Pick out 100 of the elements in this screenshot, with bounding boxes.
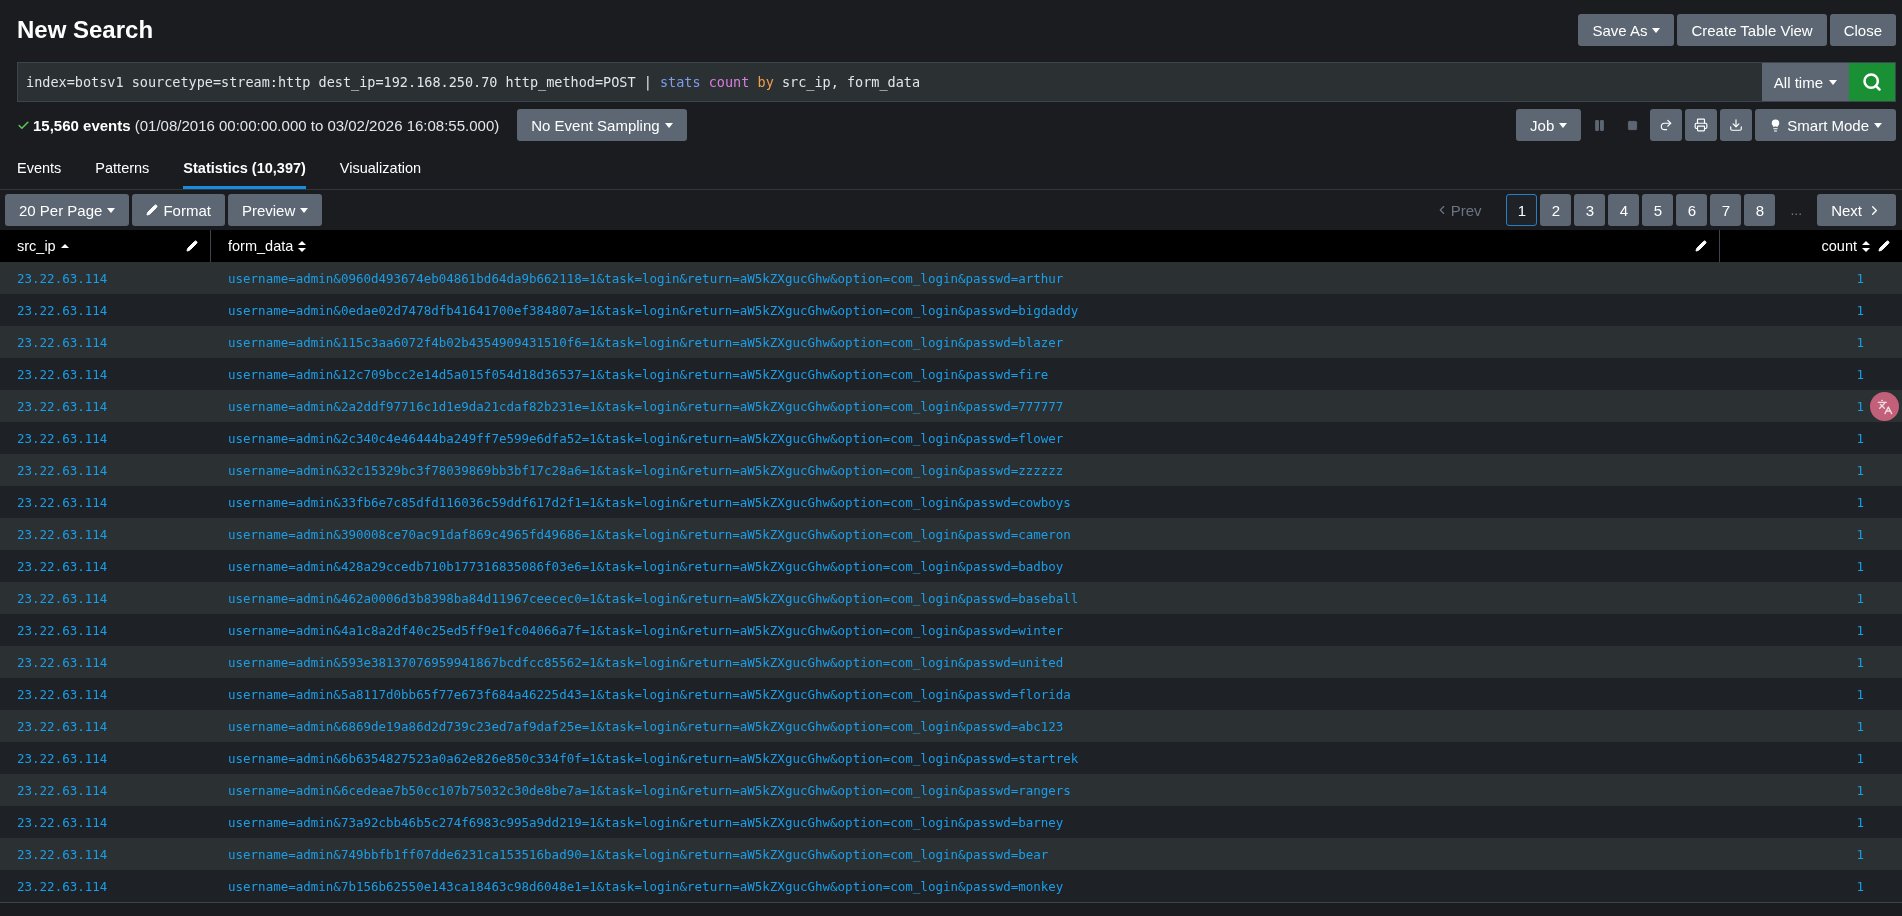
table-cell[interactable]: username=admin&462a0006d3b8398ba84d11967ceecec0=1&task=login&return=aW5kZXgucGhw&option=com_login&passwd=baseball (211, 582, 1720, 614)
preview-dropdown[interactable]: Preview (227, 194, 323, 226)
table-cell[interactable]: 23.22.63.114 (0, 518, 211, 550)
table-cell[interactable]: 1 (1720, 486, 1902, 518)
table-cell[interactable]: username=admin&73a92cbb46b5c274f6983c995a9dd219=1&task=login&return=aW5kZXgucGhw&option=com_login&passwd=barney (211, 806, 1720, 838)
page-button[interactable]: 2 (1540, 194, 1572, 226)
table-cell[interactable]: 1 (1720, 454, 1902, 486)
table-cell[interactable]: 1 (1720, 294, 1902, 326)
table-cell[interactable]: 23.22.63.114 (0, 870, 211, 902)
page-button[interactable]: 3 (1574, 194, 1606, 226)
header-button[interactable]: Create Table View (1677, 14, 1827, 46)
caret-icon (1874, 122, 1882, 128)
share-button[interactable] (1650, 109, 1683, 141)
table-cell[interactable]: 1 (1720, 262, 1902, 294)
table-cell[interactable]: username=admin&6b6354827523a0a62e826e850c334f0f=1&task=login&return=aW5kZXgucGhw&option=com_login&passwd=startrek (211, 742, 1720, 774)
table-cell[interactable]: 1 (1720, 358, 1902, 390)
per-page-dropdown[interactable]: 20 Per Page (5, 194, 130, 226)
table-cell[interactable]: 23.22.63.114 (0, 550, 211, 582)
next-page-button[interactable]: Next (1817, 194, 1896, 226)
table-cell[interactable]: username=admin&428a29ccedb710b177316835086f03e6=1&task=login&return=aW5kZXgucGhw&option=com_login&passwd=badboy (211, 550, 1720, 582)
table-cell[interactable]: username=admin&0edae02d7478dfb41641700ef384807a=1&task=login&return=aW5kZXgucGhw&option=com_login&passwd=bigdaddy (211, 294, 1720, 326)
export-button[interactable] (1720, 109, 1753, 141)
edit-icon[interactable] (186, 240, 198, 252)
table-cell[interactable]: username=admin&2c340c4e46444ba249ff7e599e6dfa52=1&task=login&return=aW5kZXgucGhw&option=com_login&passwd=flower (211, 422, 1720, 454)
table-cell[interactable]: 23.22.63.114 (0, 582, 211, 614)
page-button[interactable]: 6 (1676, 194, 1708, 226)
table-cell[interactable]: username=admin&593e38137076959941867bcdfcc85562=1&task=login&return=aW5kZXgucGhw&option=com_login&passwd=united (211, 646, 1720, 678)
table-cell[interactable]: 23.22.63.114 (0, 454, 211, 486)
tab[interactable]: Statistics (10,397) (183, 152, 306, 189)
translate-glyph-icon (1876, 398, 1893, 415)
sort-icon[interactable] (1862, 240, 1870, 252)
check-icon (17, 118, 30, 132)
tab[interactable]: Events (17, 152, 62, 189)
table-cell[interactable]: 1 (1720, 646, 1902, 678)
page-button[interactable]: 1 (1506, 194, 1538, 226)
table-cell[interactable]: 23.22.63.114 (0, 486, 211, 518)
table-cell[interactable]: 1 (1720, 614, 1902, 646)
table-cell[interactable]: username=admin&33fb6e7c85dfd116036c59ddf617d2f1=1&task=login&return=aW5kZXgucGhw&option=com_login&passwd=cowboys (211, 486, 1720, 518)
table-cell[interactable]: 23.22.63.114 (0, 422, 211, 454)
table-cell[interactable]: username=admin&6cedeae7b50cc107b75032c30de8be7a=1&task=login&return=aW5kZXgucGhw&option=com_login&passwd=rangers (211, 774, 1720, 806)
table-cell[interactable]: 1 (1720, 838, 1902, 870)
table-cell[interactable]: 23.22.63.114 (0, 710, 211, 742)
table-cell[interactable]: username=admin&390008ce70ac91daf869c4965fd49686=1&task=login&return=aW5kZXgucGhw&option=com_login&passwd=cameron (211, 518, 1720, 550)
table-cell[interactable]: 23.22.63.114 (0, 678, 211, 710)
column-header[interactable]: count (1720, 230, 1902, 262)
table-cell[interactable]: 23.22.63.114 (0, 646, 211, 678)
table-cell[interactable]: 1 (1720, 390, 1902, 422)
edit-icon[interactable] (1878, 240, 1890, 252)
table-cell[interactable]: 1 (1720, 678, 1902, 710)
pause-icon (1592, 118, 1606, 132)
tab[interactable]: Patterns (95, 152, 150, 189)
header-button[interactable]: Close (1829, 14, 1896, 46)
table-cell[interactable]: 23.22.63.114 (0, 326, 211, 358)
table-cell[interactable]: username=admin&7b156b62550e143ca18463c98d6048e1=1&task=login&return=aW5kZXgucGhw&option=com_login&passwd=monkey (211, 870, 1720, 902)
caret-icon (664, 122, 673, 128)
table-cell[interactable]: 1 (1720, 326, 1902, 358)
sort-icon[interactable] (298, 240, 307, 252)
tab[interactable]: Visualization (339, 152, 421, 189)
table-cell[interactable]: 23.22.63.114 (0, 806, 211, 838)
page-button[interactable]: 7 (1710, 194, 1742, 226)
page-button[interactable]: 5 (1642, 194, 1674, 226)
table-cell[interactable]: 23.22.63.114 (0, 614, 211, 646)
table-cell[interactable]: 23.22.63.114 (0, 838, 211, 870)
search-mode-dropdown[interactable]: Smart Mode (1755, 109, 1896, 141)
table-cell[interactable]: username=admin&115c3aa6072f4b02b4354909431510f6=1&task=login&return=aW5kZXgucGhw&option=com_login&passwd=blazer (211, 326, 1720, 358)
table-cell[interactable]: username=admin&12c709bcc2e14d5a015f054d18d36537=1&task=login&return=aW5kZXgucGhw&option=com_login&passwd=fire (211, 358, 1720, 390)
table-cell[interactable]: username=admin&4a1c8a2df40c25ed5ff9e1fc04066a7f=1&task=login&return=aW5kZXgucGhw&option=com_login&passwd=winter (211, 614, 1720, 646)
prev-page-button[interactable]: Prev (1428, 200, 1488, 220)
sort-icon[interactable] (60, 243, 69, 249)
table-cell[interactable]: 23.22.63.114 (0, 294, 211, 326)
ellipsis: ... (1790, 202, 1803, 218)
table-cell[interactable]: username=admin&32c15329bc3f78039869bb3bf17c28a6=1&task=login&return=aW5kZXgucGhw&option=com_login&passwd=zzzzzz (211, 454, 1720, 486)
job-dropdown[interactable]: Job (1516, 109, 1582, 141)
page-button[interactable]: 4 (1608, 194, 1640, 226)
table-cell[interactable]: 23.22.63.114 (0, 774, 211, 806)
table-cell[interactable]: username=admin&2a2ddf97716c1d1e9da21cdaf82b231e=1&task=login&return=aW5kZXgucGhw&option=com_login&passwd=777777 (211, 390, 1720, 422)
dropdown-button[interactable]: Save As (1578, 14, 1675, 46)
table-cell[interactable]: 1 (1720, 518, 1902, 550)
table-cell[interactable]: 1 (1720, 550, 1902, 582)
table-cell[interactable]: username=admin&5a8117d0bb65f77e673f684a46225d43=1&task=login&return=aW5kZXgucGhw&option=com_login&passwd=florida (211, 678, 1720, 710)
table-cell[interactable]: 1 (1720, 710, 1902, 742)
table-cell[interactable]: 1 (1720, 422, 1902, 454)
sampling-dropdown[interactable]: No Event Sampling (517, 109, 687, 141)
table-cell[interactable]: username=admin&0960d493674eb04861bd64da9b662118=1&task=login&return=aW5kZXgucGhw&option=com_login&passwd=arthur (211, 262, 1720, 294)
print-button[interactable] (1685, 109, 1718, 141)
table-cell[interactable]: 23.22.63.114 (0, 262, 211, 294)
page-title: New Search (17, 16, 154, 44)
page-button[interactable]: 8 (1744, 194, 1776, 226)
table-cell[interactable]: 23.22.63.114 (0, 390, 211, 422)
table-cell[interactable]: username=admin&6869de19a86d2d739c23ed7af9daf25e=1&task=login&return=aW5kZXgucGhw&option=com_login&passwd=abc123 (211, 710, 1720, 742)
table-cell[interactable]: 1 (1720, 582, 1902, 614)
table-cell[interactable]: 1 (1720, 742, 1902, 774)
format-button[interactable]: Format (132, 194, 225, 226)
table-cell[interactable]: 1 (1720, 806, 1902, 838)
edit-icon[interactable] (1695, 240, 1707, 252)
table-cell[interactable]: 23.22.63.114 (0, 358, 211, 390)
table-cell[interactable]: 1 (1720, 774, 1902, 806)
table-cell[interactable]: username=admin&749bbfb1ff07dde6231ca153516bad90=1&task=login&return=aW5kZXgucGhw&option=com_login&passwd=bear (211, 838, 1720, 870)
table-cell[interactable]: 1 (1720, 870, 1902, 902)
table-cell[interactable]: 23.22.63.114 (0, 742, 211, 774)
